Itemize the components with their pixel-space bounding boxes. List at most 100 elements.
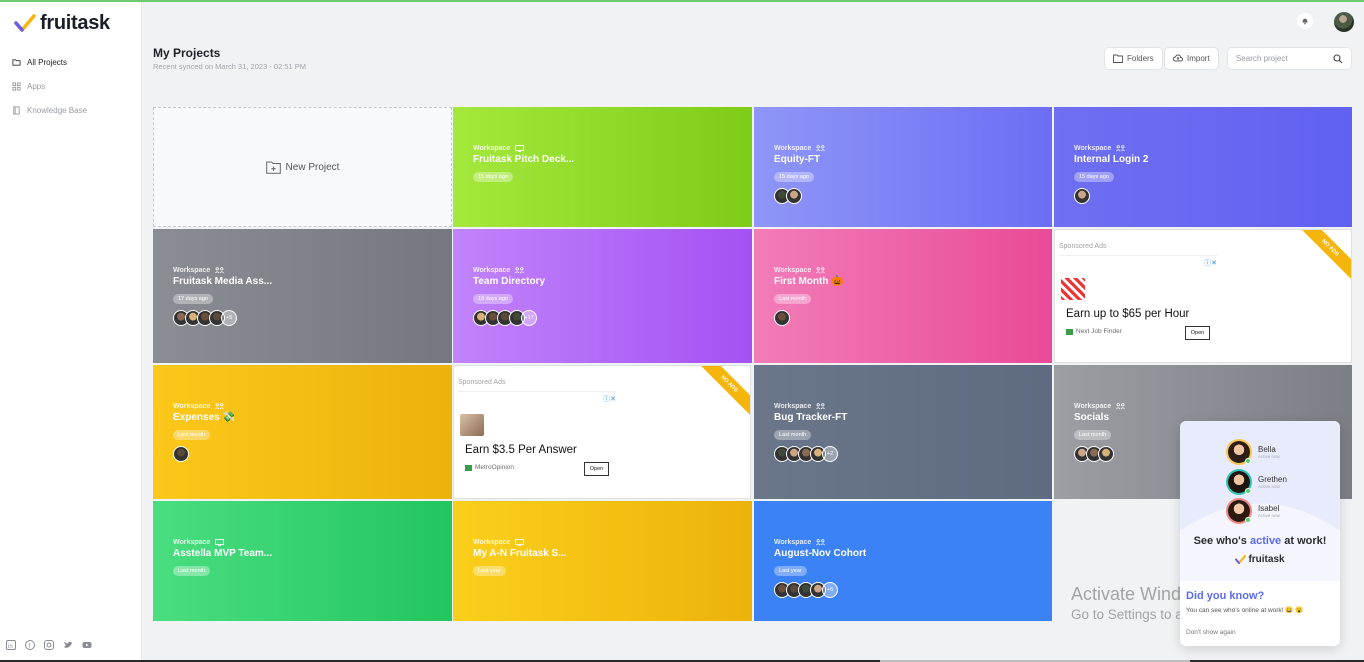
member-avatar[interactable] [786, 188, 802, 204]
project-card[interactable]: Workspace Equity-FT 15 days ago [754, 107, 1052, 227]
ad-choices-icon[interactable]: ⓘ✕ [1204, 258, 1217, 268]
new-project-label: New Project [285, 161, 340, 173]
sidebar-item-label: All Projects [27, 57, 68, 67]
project-card[interactable]: Workspace Fruitask Media Ass... 17 days … [153, 229, 452, 363]
more-members-count[interactable]: +6 [822, 582, 838, 598]
ad-headline[interactable]: Earn $3.5 Per Answer [465, 444, 577, 456]
ad-source-name: MetroOpinion [475, 464, 515, 471]
project-card[interactable]: Workspace Fruitask Pitch Deck... 15 days… [453, 107, 752, 227]
search-input[interactable] [1236, 54, 1326, 63]
time-badge: 15 days ago [1074, 172, 1114, 182]
time-badge: Last year [774, 566, 807, 576]
ad-content[interactable]: ⓘ✕ Earn up to $65 per Hour Next Job Find… [1059, 255, 1217, 340]
folders-label: Folders [1127, 54, 1154, 63]
book-icon [13, 105, 20, 115]
no-ads-ribbon[interactable]: NO ADS [696, 366, 750, 417]
import-button[interactable]: Import [1164, 47, 1219, 70]
project-card-content: Workspace Socials Last month [1074, 403, 1126, 462]
team-icon [215, 267, 225, 274]
project-card[interactable]: Workspace My A-N Fruitask S... Last year [453, 501, 752, 621]
member-avatar[interactable] [1074, 188, 1090, 204]
no-ads-ribbon[interactable]: NO ADS [1297, 230, 1351, 281]
more-members-count[interactable]: +5 [221, 310, 237, 326]
project-card[interactable]: Workspace Bug Tracker-FT Last month +2 [754, 365, 1052, 499]
check-logo-icon [14, 13, 36, 34]
search-icon[interactable] [1333, 53, 1343, 64]
project-title: My A-N Fruitask S... [473, 548, 567, 559]
member-avatars [774, 310, 844, 326]
user-avatar[interactable] [1334, 12, 1354, 32]
time-badge: Last month [1074, 430, 1112, 440]
person-avatar [1228, 471, 1251, 494]
online-dot [1245, 458, 1251, 464]
workspace-label: Workspace [473, 267, 511, 274]
notification-bell-icon[interactable] [1297, 13, 1313, 29]
member-avatars: +6 [774, 582, 866, 598]
sidebar: fruitask All Projects Apps Knowledge Bas… [0, 2, 142, 660]
person-name: Bella [1258, 445, 1276, 454]
sidebar-item-label: Knowledge Base [27, 105, 88, 115]
project-title: Expenses 💸 [173, 412, 235, 423]
project-card-content: Workspace My A-N Fruitask S... Last year [473, 539, 567, 577]
project-card[interactable]: Workspace Expenses 💸 Last month [153, 365, 452, 499]
sidebar-item-all-projects[interactable]: All Projects [12, 50, 87, 74]
project-title: Fruitask Pitch Deck... [473, 154, 575, 165]
project-card[interactable]: Workspace First Month 🎃 Last month [754, 229, 1052, 363]
ad-content[interactable]: ⓘ✕ Earn $3.5 Per Answer MetroOpinion Ope… [458, 391, 616, 476]
brand-logo[interactable]: fruitask [14, 12, 110, 35]
person-avatar [1228, 500, 1251, 523]
member-avatar[interactable] [173, 446, 189, 462]
project-card-content: Workspace Expenses 💸 Last month [173, 403, 235, 462]
dont-show-again-link[interactable]: Don't show again [1186, 629, 1236, 636]
active-person[interactable]: Bella Active now [1228, 441, 1280, 464]
project-card-content: Workspace Team Directory 18 days ago +17 [473, 267, 545, 326]
folders-button[interactable]: Folders [1104, 47, 1163, 70]
active-users-widget[interactable]: Bella Active now Grethen Active now Isabel… [1180, 421, 1340, 646]
active-person[interactable]: Isabel Active now [1228, 500, 1280, 523]
facebook-icon[interactable]: f [25, 640, 35, 650]
apps-grid-icon [12, 81, 21, 91]
ad-headline[interactable]: Earn up to $65 per Hour [1066, 308, 1189, 320]
ad-open-button[interactable]: Open [1185, 326, 1210, 340]
brand-name: fruitask [40, 12, 110, 34]
sidebar-nav: All Projects Apps Knowledge Base [12, 50, 87, 122]
project-card[interactable]: Workspace Asstella MVP Team... Last mont… [153, 501, 452, 621]
workspace-label: Workspace [173, 539, 211, 546]
youtube-icon[interactable] [82, 640, 92, 650]
monitor-icon [215, 539, 225, 546]
sponsored-ad-card[interactable]: Sponsored Ads ⓘ✕ Earn $3.5 Per Answer Me… [453, 365, 751, 499]
member-avatar[interactable] [1098, 446, 1114, 462]
project-card[interactable]: Workspace Team Directory 18 days ago +17 [453, 229, 752, 363]
ad-source: MetroOpinion [465, 464, 514, 471]
workspace-line: Workspace [774, 403, 847, 410]
project-card[interactable]: Workspace August-Nov Cohort Last year +6 [754, 501, 1052, 621]
ad-source-name: Next Job Finder [1076, 328, 1122, 335]
project-card[interactable]: Workspace Internal Login 2 15 days ago [1054, 107, 1352, 227]
new-project-card[interactable]: New Project [153, 107, 452, 227]
person-avatar [1228, 441, 1251, 464]
ad-thumbnail [1061, 278, 1085, 300]
ad-sponsored-label: Sponsored Ads [1059, 243, 1107, 250]
sponsored-ad-card[interactable]: Sponsored Ads ⓘ✕ Earn up to $65 per Hour… [1054, 229, 1352, 363]
time-badge: Last month [173, 430, 211, 440]
more-members-count[interactable]: +17 [521, 310, 537, 326]
instagram-icon[interactable] [44, 640, 54, 650]
sidebar-item-knowledge-base[interactable]: Knowledge Base [12, 98, 87, 122]
search-box [1227, 47, 1352, 70]
folder-icon [12, 58, 21, 66]
linkedin-icon[interactable]: in [6, 640, 16, 650]
ad-choices-icon[interactable]: ⓘ✕ [603, 394, 616, 404]
sidebar-item-apps[interactable]: Apps [12, 74, 87, 98]
person-status: Active now [1258, 513, 1280, 518]
team-icon [1116, 145, 1126, 152]
workspace-label: Workspace [1074, 145, 1112, 152]
project-title: Equity-FT [774, 154, 821, 165]
more-members-count[interactable]: +2 [822, 446, 838, 462]
person-status: Active now [1258, 454, 1280, 459]
ad-open-button[interactable]: Open [584, 462, 609, 476]
time-badge: 17 days ago [173, 294, 213, 304]
svg-text:in: in [8, 644, 13, 650]
member-avatar[interactable] [774, 310, 790, 326]
twitter-icon[interactable] [63, 640, 73, 650]
active-person[interactable]: Grethen Active now [1228, 471, 1287, 494]
